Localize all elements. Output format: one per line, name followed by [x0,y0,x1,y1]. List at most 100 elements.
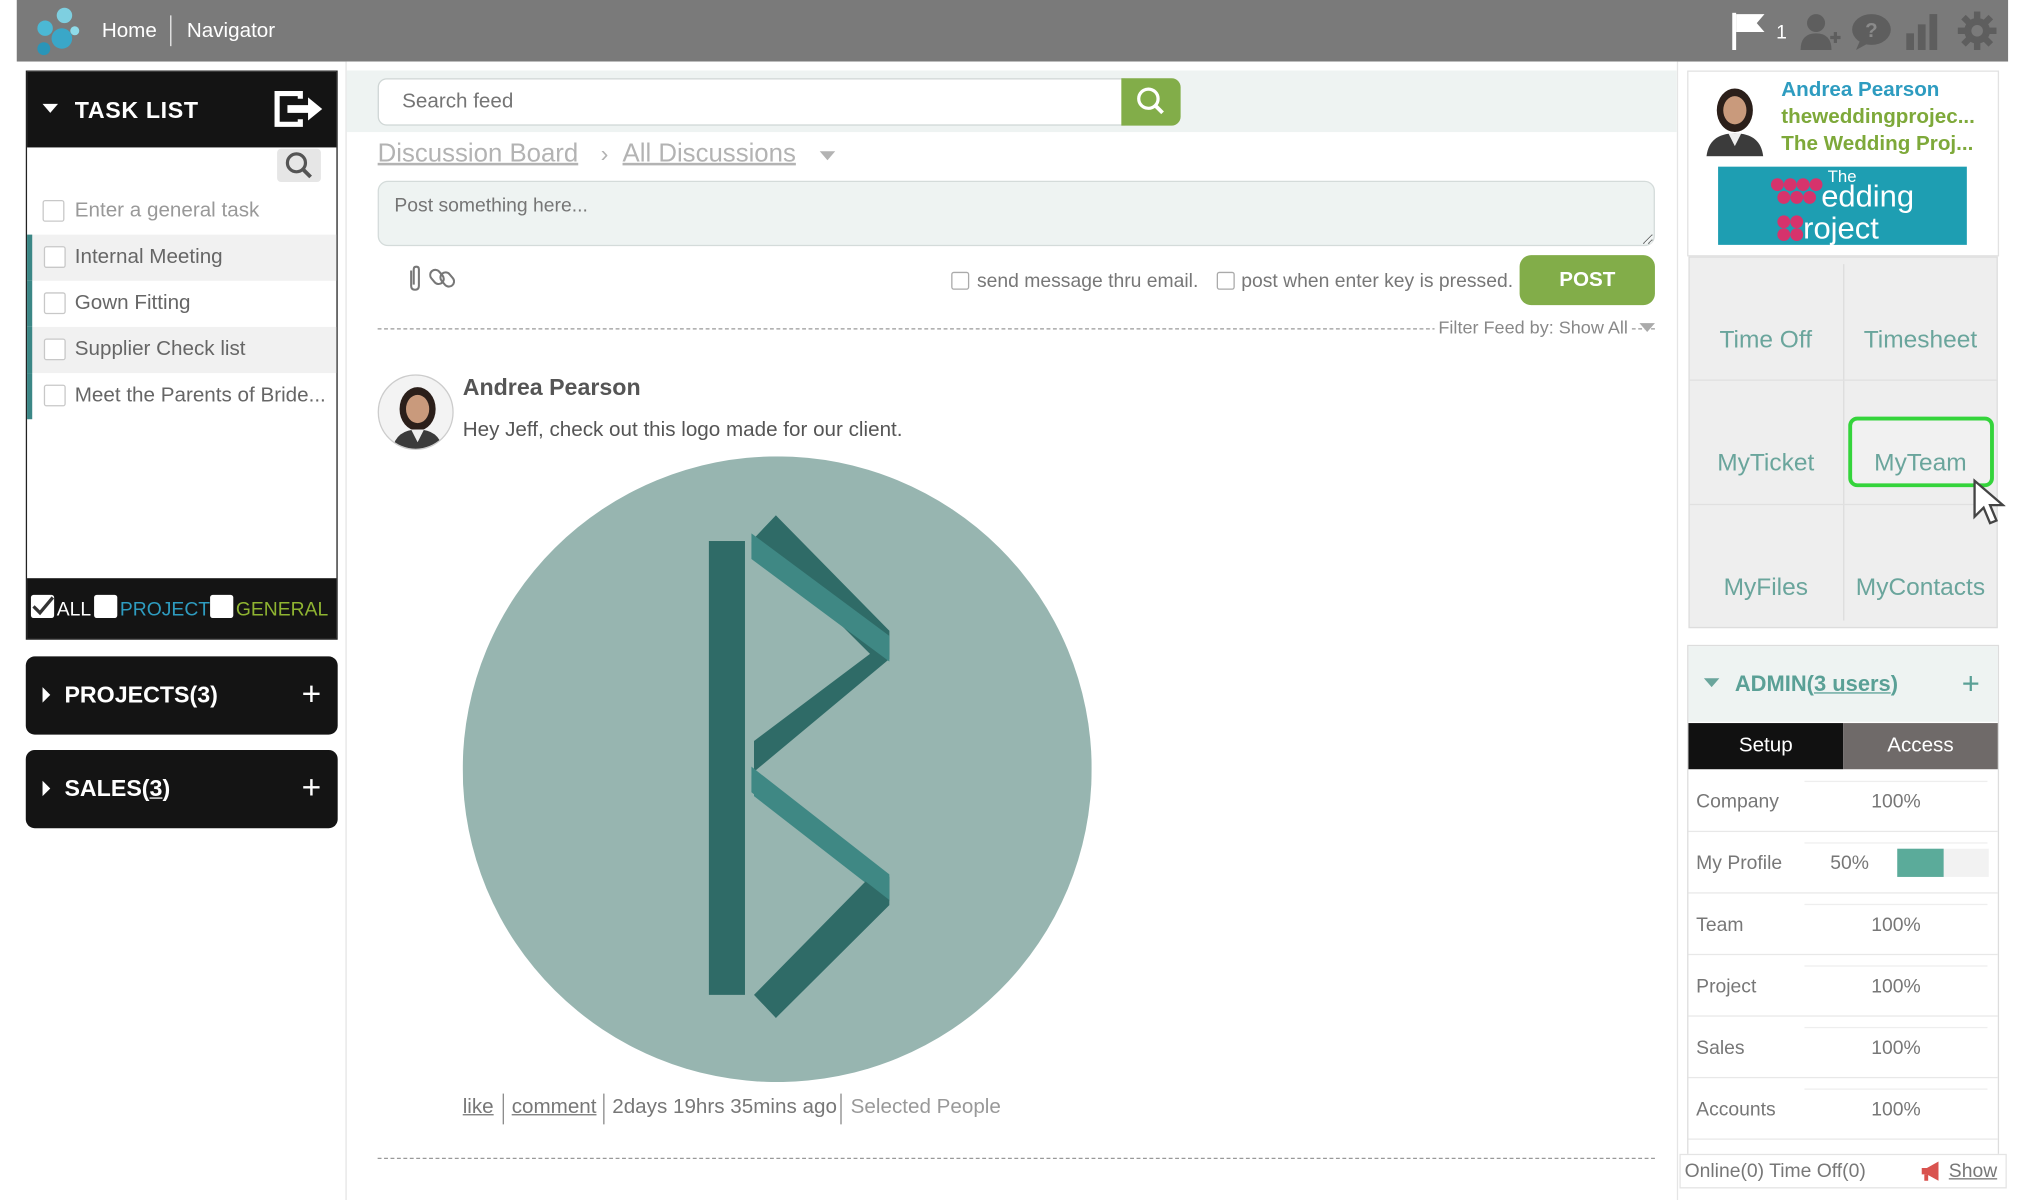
enter-to-post-label[interactable]: post when enter key is pressed. [1241,271,1513,293]
task-label[interactable]: Gown Fitting [75,292,330,315]
nav-navigator-link[interactable]: Navigator [187,21,275,44]
post-audience[interactable]: Selected People [851,1096,1001,1119]
filter-general-checkbox[interactable] [210,594,234,618]
post-input[interactable] [377,180,1655,247]
search-feed-input[interactable] [377,78,1126,126]
chevron-down-icon[interactable] [819,151,836,161]
megaphone-icon[interactable] [1919,1160,1945,1182]
attachment-icon[interactable] [406,264,424,292]
filter-general-label[interactable]: GENERAL [236,599,328,621]
add-user-icon[interactable] [1798,10,1842,51]
setup-value: 100% [1804,965,1988,1006]
general-task-input[interactable]: Enter a general task [27,188,336,234]
filter-all-label[interactable]: ALL [57,599,91,621]
chevron-down-icon[interactable] [1639,323,1655,333]
task-checkbox[interactable] [43,384,66,407]
progress-track [1897,848,1989,877]
chart-icon[interactable] [1902,10,1943,51]
post-timestamp: 2days 19hrs 35mins ago [612,1096,837,1118]
nav-home-link[interactable]: Home [102,21,157,44]
task-label[interactable]: Internal Meeting [75,246,330,269]
link-icon[interactable] [429,265,455,291]
task-label[interactable]: Supplier Check list [75,338,330,361]
projects-panel[interactable]: PROJECTS(3) + [25,656,338,735]
tile-time-off[interactable]: Time Off [1688,279,1843,402]
setup-row-project[interactable]: Project 100% [1688,955,1998,1017]
filter-project-label[interactable]: PROJECT [120,599,210,621]
show-link[interactable]: Show [1949,1160,1997,1182]
breadcrumb-all-discussions[interactable]: All Discussions [623,140,796,169]
search-icon [1137,87,1164,115]
exit-icon[interactable] [269,86,326,132]
task-search-button[interactable] [277,148,321,183]
filter-feed-dropdown[interactable]: Filter Feed by: Show All [1434,316,1632,338]
task-row[interactable]: Meet the Parents of Bride... [27,373,336,420]
svg-text:?: ? [1865,19,1878,42]
brand-line-2: roject [1803,211,1879,247]
tab-access[interactable]: Access [1843,723,1998,770]
author-avatar[interactable] [377,374,454,450]
tile-timesheet[interactable]: Timesheet [1843,279,1998,402]
tab-setup[interactable]: Setup [1688,723,1844,770]
task-list-panel: TASK LIST Enter a general task Internal … [25,70,338,640]
task-row[interactable]: Gown Fitting [27,280,336,327]
admin-title-suffix: ) [1890,671,1899,697]
setup-value: 100% [1804,1026,1988,1068]
collapse-caret-icon[interactable] [1703,678,1720,688]
setup-label: My Profile [1696,852,1783,875]
search-button[interactable] [1121,78,1181,126]
setup-progress: 50% [1804,842,1989,883]
flag-icon[interactable] [1728,10,1769,51]
filter-project-checkbox[interactable] [94,594,118,618]
profile-name[interactable]: Andrea Pearson [1781,79,1939,102]
post-button[interactable]: POST [1519,255,1655,306]
setup-row-company[interactable]: Company 100% [1688,771,1998,833]
post-image-logo[interactable] [462,456,1092,1083]
help-icon[interactable]: ? [1850,10,1894,51]
add-sale-icon[interactable]: + [302,768,322,808]
task-checkbox[interactable] [43,292,66,315]
setup-row-accounts[interactable]: Accounts 100% [1688,1078,1998,1140]
task-checkbox[interactable] [43,338,66,361]
task-list-header[interactable]: TASK LIST [27,71,337,148]
task-row[interactable]: Supplier Check list [27,326,337,374]
breadcrumb-discussion-board[interactable]: Discussion Board [378,140,579,169]
setup-row-my-profile[interactable]: My Profile 50% [1688,832,1998,894]
collapse-caret-icon[interactable] [42,103,58,113]
add-admin-icon[interactable]: + [1962,667,1980,703]
expand-arrow-icon[interactable] [42,687,51,703]
admin-users-link[interactable]: 3 users [1814,672,1891,696]
projects-title[interactable]: PROJECTS(3) [64,682,217,709]
tile-myfiles[interactable]: MyFiles [1688,527,1843,650]
add-project-icon[interactable]: + [302,674,322,714]
task-row[interactable]: Internal Meeting [27,234,337,281]
post-author[interactable]: Andrea Pearson [463,374,641,401]
sales-title[interactable]: SALES(3) [64,776,170,803]
tile-myticket[interactable]: MyTicket [1688,403,1843,526]
task-filter-bar: ALL PROJECT GENERAL [27,578,337,639]
sales-panel[interactable]: SALES(3) + [25,750,338,829]
sales-count[interactable]: 3 [150,776,163,802]
enter-to-post-checkbox[interactable] [1216,271,1235,290]
profile-company-name[interactable]: The Wedding Proj... [1781,133,1973,156]
avatar-image [1706,88,1764,157]
task-label[interactable]: Meet the Parents of Bride... [75,385,330,408]
tile-mycontacts[interactable]: MyContacts [1843,527,1998,650]
send-email-checkbox[interactable] [951,271,970,290]
comment-link[interactable]: comment [512,1096,597,1119]
setup-row-sales[interactable]: Sales 100% [1688,1017,1998,1079]
setup-row-team[interactable]: Team 100% [1688,894,1998,956]
profile-company-url[interactable]: theweddingprojec... [1781,106,1975,129]
send-email-label[interactable]: send message thru email. [977,271,1198,293]
task-checkbox[interactable] [43,246,66,268]
task-checkbox[interactable] [42,200,65,222]
general-task-placeholder[interactable]: Enter a general task [75,200,260,223]
task-list-title: TASK LIST [74,97,199,124]
app-logo[interactable] [30,5,84,59]
gear-icon[interactable] [1957,10,1998,51]
expand-arrow-icon[interactable] [42,780,51,797]
like-link[interactable]: like [463,1096,494,1119]
admin-title[interactable]: ADMIN(3 users) [1735,672,1898,698]
filter-all-checkbox[interactable] [30,594,55,618]
profile-avatar[interactable] [1701,79,1769,157]
